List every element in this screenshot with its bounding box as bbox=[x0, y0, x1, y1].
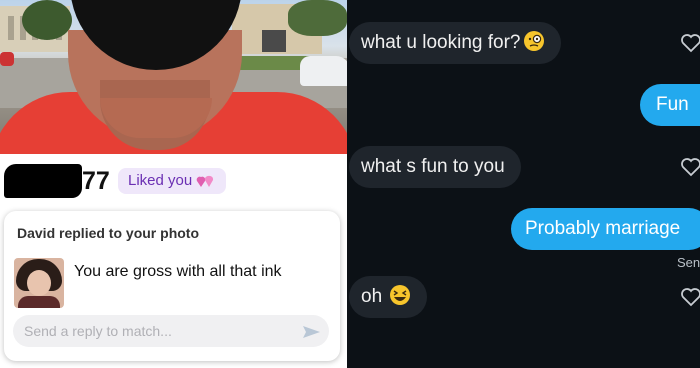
message-sent[interactable]: Probably marriage bbox=[511, 208, 700, 250]
hearts-icon bbox=[196, 175, 214, 187]
like-message-icon[interactable] bbox=[680, 287, 700, 307]
sent-status: Sen bbox=[677, 255, 700, 270]
chat-panel: what u looking for? Fun what s fun to yo… bbox=[347, 0, 700, 368]
liked-you-label: Liked you bbox=[128, 172, 193, 189]
name-redaction bbox=[4, 164, 82, 198]
profile-panel: 77 Liked you David replied to your photo… bbox=[0, 0, 347, 368]
grinning-squinting-face-icon bbox=[390, 284, 411, 305]
profile-age: 77 bbox=[82, 167, 110, 195]
profile-photo[interactable] bbox=[0, 0, 347, 154]
like-message-icon[interactable] bbox=[680, 157, 700, 177]
message-received[interactable]: what u looking for? bbox=[349, 22, 561, 64]
reply-card-title: David replied to your photo bbox=[17, 225, 200, 241]
send-icon[interactable] bbox=[303, 325, 320, 339]
profile-name-row: 77 Liked you bbox=[0, 162, 347, 198]
reply-message: You are gross with all that ink bbox=[74, 263, 282, 280]
liked-you-badge: Liked you bbox=[118, 168, 227, 194]
message-received[interactable]: what s fun to you bbox=[349, 146, 521, 188]
reply-input[interactable]: Send a reply to match... bbox=[13, 315, 329, 347]
message-received[interactable]: oh bbox=[349, 276, 428, 318]
like-message-icon[interactable] bbox=[680, 33, 700, 53]
face-with-monocle-icon bbox=[523, 30, 544, 51]
reply-notification-card: David replied to your photo You are gros… bbox=[4, 211, 340, 361]
message-sent[interactable]: Fun bbox=[640, 84, 700, 126]
sender-avatar bbox=[14, 258, 64, 308]
reply-placeholder: Send a reply to match... bbox=[24, 323, 172, 339]
